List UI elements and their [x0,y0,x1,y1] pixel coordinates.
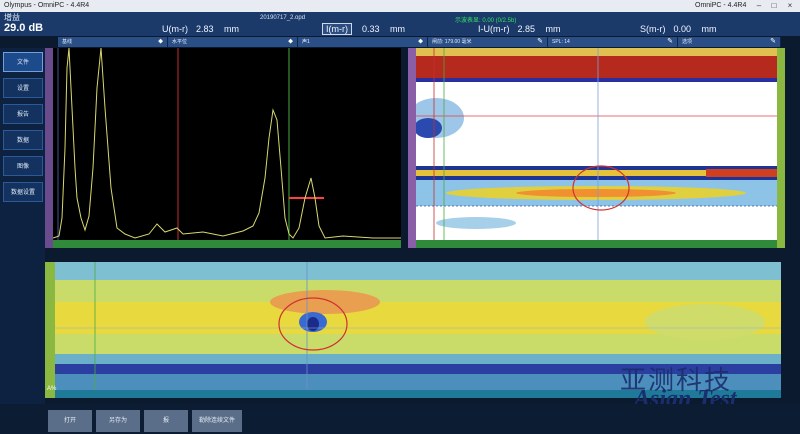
sidebar-item-data[interactable]: 数据 [3,130,43,150]
b-scan-vertical-ruler[interactable] [408,48,416,248]
s-value: 0.00 [673,24,692,34]
u-reading: U(m-r) 2.83 mm [162,24,239,34]
control-label: 闸前: 179.00 毫米 [432,39,472,45]
bottom-bar: 打开 另存为 报 勒除连续文件 [0,404,800,434]
control-label: 选项 [682,39,693,45]
sidebar-item-file[interactable]: 文件 [3,52,43,72]
control-label: SPL: 14 [552,39,570,45]
b-scan-view[interactable] [408,48,785,248]
iu-label: I-U(m-r) [478,24,510,34]
maximize-icon[interactable]: □ [767,0,781,12]
control-label: 水平位 [172,39,188,45]
control-spl[interactable]: SPL: 14 ✎ [548,37,678,47]
open-button[interactable]: 打开 [48,410,92,432]
readings-bar: 增益 29.0 dB 20190717_2.opd 示波表显: 0.00 (0/… [0,12,800,36]
control-sound[interactable]: 声1 ⬥ [298,37,428,47]
sidebar-item-settings[interactable]: 设置 [3,78,43,98]
s-reading: S(m-r) 0.00 mm [640,24,717,34]
control-baseline[interactable]: 基线 ⬥ [58,37,168,47]
iu-unit: mm [545,24,561,34]
iu-value: 2.85 [517,24,536,34]
corner-label: A% [47,386,57,392]
file-name: 20190717_2.opd [260,15,306,21]
u-value: 2.83 [196,24,214,34]
a-scan-waveform [53,48,401,240]
settings-icon: ⬥ [158,38,163,45]
b-scan-image [416,48,777,240]
u-unit: mm [224,24,240,34]
s-unit: mm [701,24,717,34]
pencil-icon: ✎ [667,38,673,45]
window-title: Olympus - OmniPC - 4.4R4 [4,2,90,9]
control-gate[interactable]: 闸前: 179.00 毫米 ✎ [428,37,548,47]
a-scan-view[interactable] [45,48,401,248]
sidebar-item-data-settings[interactable]: 数据设置 [3,182,43,202]
pencil-icon: ✎ [537,38,543,45]
u-label: U(m-r) [162,24,188,34]
status-text: 示波表显: 0.00 (0/2.5b) [455,18,517,24]
sidebar-item-image[interactable]: 图像 [3,156,43,176]
settings-icon: ⬥ [418,38,423,45]
c-scan-vertical-ruler[interactable] [45,262,55,398]
control-label: 声1 [302,39,310,45]
b-scan-horizontal-ruler[interactable] [416,240,777,248]
i-label-box[interactable]: I(m-r) [322,23,352,35]
control-label: 基线 [62,39,73,45]
remove-files-button[interactable]: 勒除连续文件 [192,410,242,432]
i-label: I(m-r) [326,24,348,34]
sidebar-item-report[interactable]: 报告 [3,104,43,124]
report-button[interactable]: 报 [144,410,188,432]
i-unit: mm [390,24,406,34]
i-value: 0.33 [362,24,380,34]
save-as-button[interactable]: 另存为 [96,410,140,432]
close-icon[interactable]: × [783,0,797,12]
minimize-icon[interactable]: – [752,0,766,12]
sidebar: 文件 设置 报告 数据 图像 数据设置 [0,48,45,421]
b-scan-color-scale [777,48,785,248]
a-scan-vertical-ruler[interactable] [45,48,53,248]
i-reading: 0.33 mm [362,24,405,34]
control-bar: 基线 ⬥ 水平位 ⬥ 声1 ⬥ 闸前: 179.00 毫米 ✎ SPL: 14 ✎ 选项 ✎ [58,37,781,47]
pencil-icon: ✎ [770,38,776,45]
s-label: S(m-r) [640,24,666,34]
control-options[interactable]: 选项 ✎ [678,37,781,47]
a-scan-horizontal-ruler[interactable] [53,240,401,248]
iu-reading: I-U(m-r) 2.85 mm [478,24,561,34]
control-position[interactable]: 水平位 ⬥ [168,37,298,47]
settings-icon: ⬥ [288,38,293,45]
gain-value[interactable]: 29.0 dB [4,22,43,34]
window-title-right: OmniPC - 4.4R4 [695,2,747,9]
